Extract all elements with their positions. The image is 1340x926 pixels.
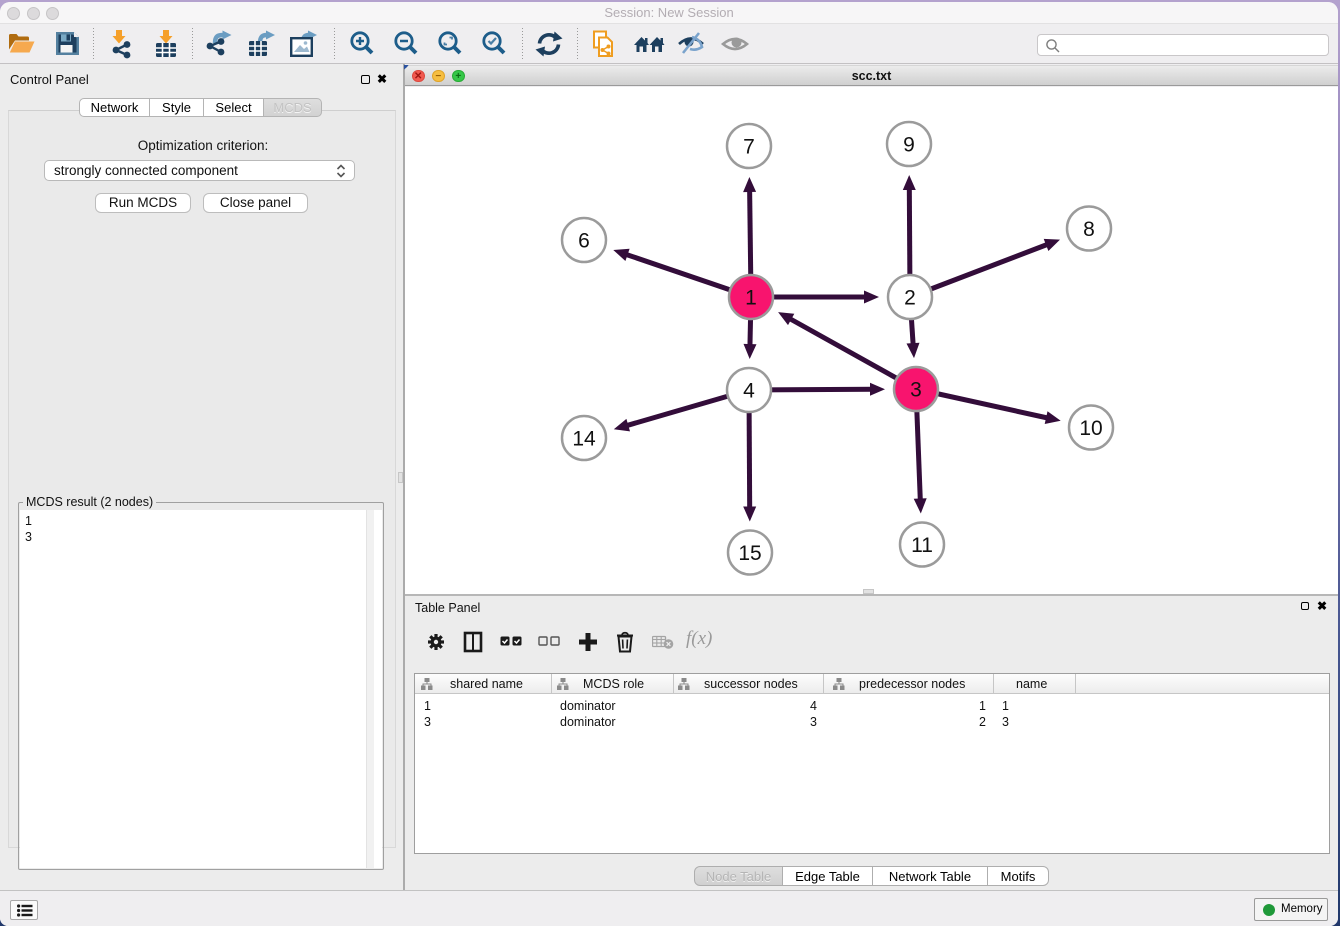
svg-text:15: 15 — [738, 542, 761, 565]
svg-text:7: 7 — [743, 136, 755, 159]
svg-text:2: 2 — [904, 287, 916, 310]
svg-text:10: 10 — [1079, 417, 1102, 440]
svg-text:8: 8 — [1083, 218, 1095, 241]
svg-text:3: 3 — [910, 379, 922, 402]
svg-text:6: 6 — [578, 230, 590, 253]
svg-text:14: 14 — [572, 428, 596, 451]
svg-text:9: 9 — [903, 134, 915, 157]
svg-text:1: 1 — [745, 287, 757, 310]
svg-text:4: 4 — [743, 380, 755, 403]
svg-text:11: 11 — [911, 534, 933, 557]
